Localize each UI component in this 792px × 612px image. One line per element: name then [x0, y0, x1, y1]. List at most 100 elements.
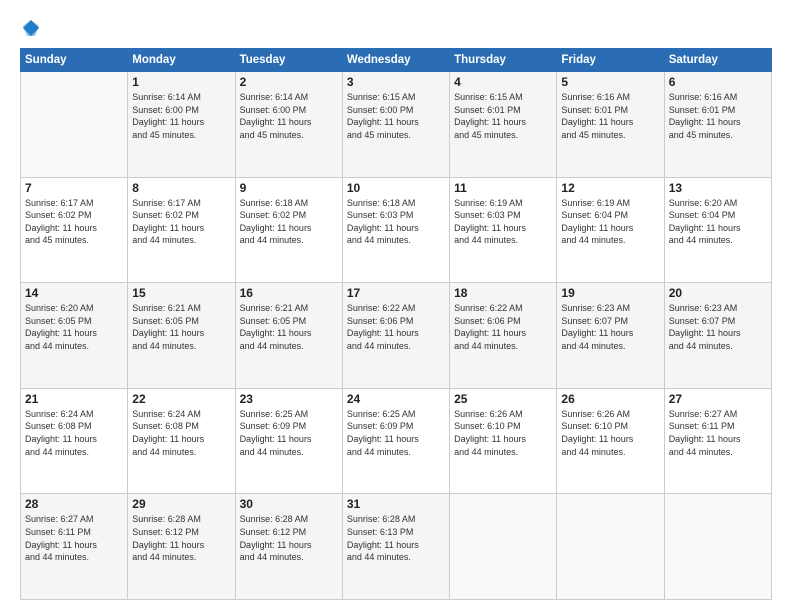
- day-info: Sunrise: 6:19 AM Sunset: 6:04 PM Dayligh…: [561, 197, 659, 247]
- table-row: 29 Sunrise: 6:28 AM Sunset: 6:12 PM Dayli…: [128, 494, 235, 600]
- table-row: 24 Sunrise: 6:25 AM Sunset: 6:09 PM Dayli…: [342, 388, 449, 494]
- day-number: 14: [25, 286, 123, 300]
- day-number: 30: [240, 497, 338, 511]
- day-info: Sunrise: 6:28 AM Sunset: 6:13 PM Dayligh…: [347, 513, 445, 563]
- day-info: Sunrise: 6:16 AM Sunset: 6:01 PM Dayligh…: [561, 91, 659, 141]
- table-row: 21Sunrise: 6:24 AM Sunset: 6:08 PM Dayli…: [21, 388, 128, 494]
- day-number: 21: [25, 392, 123, 406]
- day-number: 1: [132, 75, 230, 89]
- day-number: 2: [240, 75, 338, 89]
- day-number: 4: [454, 75, 552, 89]
- day-number: 17: [347, 286, 445, 300]
- day-number: 12: [561, 181, 659, 195]
- table-row: 26Sunrise: 6:26 AM Sunset: 6:10 PM Dayli…: [557, 388, 664, 494]
- day-number: 9: [240, 181, 338, 195]
- table-row: 20 Sunrise: 6:23 AM Sunset: 6:07 PM Dayli…: [664, 283, 771, 389]
- col-thursday: Thursday: [450, 49, 557, 72]
- table-row: 10Sunrise: 6:18 AM Sunset: 6:03 PM Dayli…: [342, 177, 449, 283]
- col-friday: Friday: [557, 49, 664, 72]
- day-info: Sunrise: 6:25 AM Sunset: 6:09 PM Dayligh…: [240, 408, 338, 458]
- day-info: Sunrise: 6:26 AM Sunset: 6:10 PM Dayligh…: [561, 408, 659, 458]
- day-number: 16: [240, 286, 338, 300]
- col-wednesday: Wednesday: [342, 49, 449, 72]
- day-info: Sunrise: 6:22 AM Sunset: 6:06 PM Dayligh…: [454, 302, 552, 352]
- table-row: 31 Sunrise: 6:28 AM Sunset: 6:13 PM Dayli…: [342, 494, 449, 600]
- table-row: 2 Sunrise: 6:14 AM Sunset: 6:00 PM Daylig…: [235, 72, 342, 178]
- day-info: Sunrise: 6:27 AM Sunset: 6:11 PM Dayligh…: [25, 513, 123, 563]
- day-number: 15: [132, 286, 230, 300]
- table-row: 17 Sunrise: 6:22 AM Sunset: 6:06 PM Dayli…: [342, 283, 449, 389]
- day-number: 6: [669, 75, 767, 89]
- table-row: 3 Sunrise: 6:15 AM Sunset: 6:00 PM Daylig…: [342, 72, 449, 178]
- calendar-week-row: 1 Sunrise: 6:14 AM Sunset: 6:00 PM Daylig…: [21, 72, 772, 178]
- day-info: Sunrise: 6:19 AM Sunset: 6:03 PM Dayligh…: [454, 197, 552, 247]
- calendar-table: Sunday Monday Tuesday Wednesday Thursday…: [20, 48, 772, 600]
- day-info: Sunrise: 6:16 AM Sunset: 6:01 PM Dayligh…: [669, 91, 767, 141]
- table-row: 22 Sunrise: 6:24 AM Sunset: 6:08 PM Dayli…: [128, 388, 235, 494]
- day-info: Sunrise: 6:25 AM Sunset: 6:09 PM Dayligh…: [347, 408, 445, 458]
- col-saturday: Saturday: [664, 49, 771, 72]
- day-info: Sunrise: 6:23 AM Sunset: 6:07 PM Dayligh…: [669, 302, 767, 352]
- day-number: 5: [561, 75, 659, 89]
- day-info: Sunrise: 6:17 AM Sunset: 6:02 PM Dayligh…: [25, 197, 123, 247]
- table-row: [664, 494, 771, 600]
- table-row: 30 Sunrise: 6:28 AM Sunset: 6:12 PM Dayli…: [235, 494, 342, 600]
- logo-icon: [21, 18, 41, 38]
- table-row: 5 Sunrise: 6:16 AM Sunset: 6:01 PM Daylig…: [557, 72, 664, 178]
- day-number: 24: [347, 392, 445, 406]
- table-row: 18Sunrise: 6:22 AM Sunset: 6:06 PM Dayli…: [450, 283, 557, 389]
- table-row: 6 Sunrise: 6:16 AM Sunset: 6:01 PM Daylig…: [664, 72, 771, 178]
- calendar-week-row: 28 Sunrise: 6:27 AM Sunset: 6:11 PM Dayli…: [21, 494, 772, 600]
- table-row: [557, 494, 664, 600]
- table-row: 16 Sunrise: 6:21 AM Sunset: 6:05 PM Dayli…: [235, 283, 342, 389]
- table-row: 28 Sunrise: 6:27 AM Sunset: 6:11 PM Dayli…: [21, 494, 128, 600]
- table-row: 1 Sunrise: 6:14 AM Sunset: 6:00 PM Daylig…: [128, 72, 235, 178]
- day-info: Sunrise: 6:28 AM Sunset: 6:12 PM Dayligh…: [240, 513, 338, 563]
- day-number: 7: [25, 181, 123, 195]
- day-number: 28: [25, 497, 123, 511]
- day-number: 3: [347, 75, 445, 89]
- day-number: 27: [669, 392, 767, 406]
- table-row: 8 Sunrise: 6:17 AM Sunset: 6:02 PM Daylig…: [128, 177, 235, 283]
- table-row: [21, 72, 128, 178]
- table-row: 11 Sunrise: 6:19 AM Sunset: 6:03 PM Dayli…: [450, 177, 557, 283]
- day-number: 25: [454, 392, 552, 406]
- day-info: Sunrise: 6:17 AM Sunset: 6:02 PM Dayligh…: [132, 197, 230, 247]
- day-info: Sunrise: 6:21 AM Sunset: 6:05 PM Dayligh…: [132, 302, 230, 352]
- day-number: 20: [669, 286, 767, 300]
- day-info: Sunrise: 6:20 AM Sunset: 6:05 PM Dayligh…: [25, 302, 123, 352]
- day-info: Sunrise: 6:28 AM Sunset: 6:12 PM Dayligh…: [132, 513, 230, 563]
- col-monday: Monday: [128, 49, 235, 72]
- day-info: Sunrise: 6:14 AM Sunset: 6:00 PM Dayligh…: [132, 91, 230, 141]
- day-info: Sunrise: 6:15 AM Sunset: 6:01 PM Dayligh…: [454, 91, 552, 141]
- day-number: 8: [132, 181, 230, 195]
- day-info: Sunrise: 6:14 AM Sunset: 6:00 PM Dayligh…: [240, 91, 338, 141]
- calendar-page: Sunday Monday Tuesday Wednesday Thursday…: [0, 0, 792, 612]
- day-number: 13: [669, 181, 767, 195]
- day-info: Sunrise: 6:26 AM Sunset: 6:10 PM Dayligh…: [454, 408, 552, 458]
- day-info: Sunrise: 6:23 AM Sunset: 6:07 PM Dayligh…: [561, 302, 659, 352]
- day-number: 10: [347, 181, 445, 195]
- day-info: Sunrise: 6:27 AM Sunset: 6:11 PM Dayligh…: [669, 408, 767, 458]
- day-info: Sunrise: 6:22 AM Sunset: 6:06 PM Dayligh…: [347, 302, 445, 352]
- table-row: [450, 494, 557, 600]
- table-row: 14 Sunrise: 6:20 AM Sunset: 6:05 PM Dayli…: [21, 283, 128, 389]
- calendar-week-row: 14 Sunrise: 6:20 AM Sunset: 6:05 PM Dayli…: [21, 283, 772, 389]
- table-row: 9Sunrise: 6:18 AM Sunset: 6:02 PM Daylig…: [235, 177, 342, 283]
- day-info: Sunrise: 6:20 AM Sunset: 6:04 PM Dayligh…: [669, 197, 767, 247]
- table-row: 15 Sunrise: 6:21 AM Sunset: 6:05 PM Dayli…: [128, 283, 235, 389]
- day-info: Sunrise: 6:15 AM Sunset: 6:00 PM Dayligh…: [347, 91, 445, 141]
- day-info: Sunrise: 6:24 AM Sunset: 6:08 PM Dayligh…: [132, 408, 230, 458]
- day-number: 22: [132, 392, 230, 406]
- table-row: 25 Sunrise: 6:26 AM Sunset: 6:10 PM Dayli…: [450, 388, 557, 494]
- table-row: 13 Sunrise: 6:20 AM Sunset: 6:04 PM Dayli…: [664, 177, 771, 283]
- day-number: 11: [454, 181, 552, 195]
- table-row: 27 Sunrise: 6:27 AM Sunset: 6:11 PM Dayli…: [664, 388, 771, 494]
- table-row: 23Sunrise: 6:25 AM Sunset: 6:09 PM Dayli…: [235, 388, 342, 494]
- day-number: 29: [132, 497, 230, 511]
- day-number: 31: [347, 497, 445, 511]
- calendar-week-row: 21 Sunrise: 6:24 AM Sunset: 6:08 PM Dayli…: [21, 388, 772, 494]
- table-row: 4 Sunrise: 6:15 AM Sunset: 6:01 PM Daylig…: [450, 72, 557, 178]
- day-info: Sunrise: 6:21 AM Sunset: 6:05 PM Dayligh…: [240, 302, 338, 352]
- day-number: 19: [561, 286, 659, 300]
